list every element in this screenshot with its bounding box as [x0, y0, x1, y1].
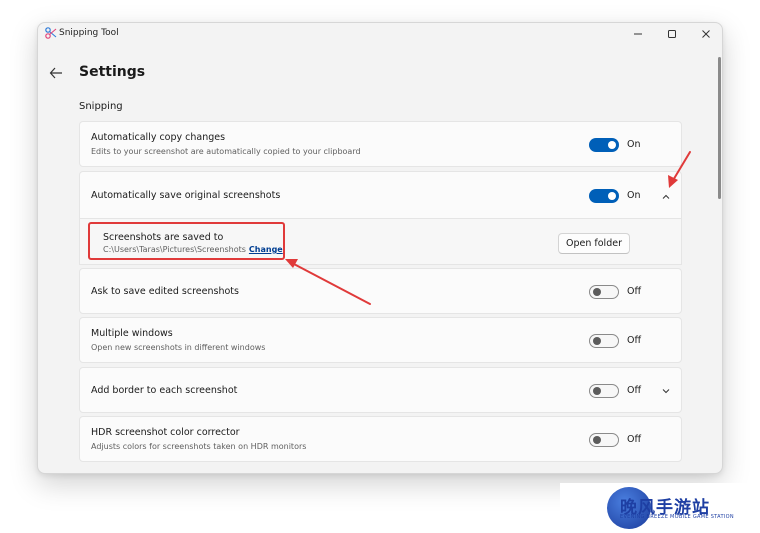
setting-card-auto-copy: Automatically copy changes Edits to your… [79, 121, 682, 167]
back-button[interactable] [46, 63, 66, 83]
toggle-state-label: On [627, 190, 641, 201]
toggle-knob [593, 436, 601, 444]
close-button[interactable] [689, 23, 722, 45]
page-title: Settings [79, 64, 146, 80]
toggle-auto-save[interactable] [589, 189, 619, 203]
screenshot-canvas: Snipping Tool Settings Snipping Automati… [0, 0, 760, 533]
minimize-button[interactable] [621, 23, 655, 45]
toggle-state-label: Off [627, 434, 642, 445]
setting-label: HDR screenshot color corrector [91, 427, 240, 438]
toggle-state-label: Off [627, 385, 642, 396]
setting-label: Automatically copy changes [91, 132, 226, 143]
toggle-state-label: Off [627, 335, 642, 346]
setting-card-auto-save[interactable]: Automatically save original screenshots … [79, 171, 682, 219]
setting-description: Edits to your screenshot are automatical… [91, 147, 361, 156]
toggle-knob [608, 192, 616, 200]
toggle-auto-copy[interactable] [589, 138, 619, 152]
toggle-multiple-windows[interactable] [589, 334, 619, 348]
toggle-state-label: On [627, 139, 641, 150]
vertical-scrollbar[interactable] [718, 57, 721, 199]
app-title: Snipping Tool [59, 28, 119, 38]
toggle-state-label: Off [627, 286, 642, 297]
annotation-highlight-box [88, 222, 285, 260]
toggle-knob [593, 337, 601, 345]
setting-label: Automatically save original screenshots [91, 190, 281, 201]
title-bar: Snipping Tool [38, 23, 722, 45]
setting-label: Add border to each screenshot [91, 385, 238, 396]
chevron-up-icon[interactable] [661, 192, 671, 202]
toggle-add-border[interactable] [589, 384, 619, 398]
maximize-button[interactable] [655, 23, 689, 45]
open-folder-button[interactable]: Open folder [558, 233, 630, 254]
snipping-tool-app-icon [45, 27, 57, 39]
setting-card-ask-save-edited: Ask to save edited screenshots Off [79, 268, 682, 314]
toggle-knob [593, 288, 601, 296]
section-title-snipping: Snipping [79, 101, 123, 112]
chevron-down-icon[interactable] [661, 386, 671, 396]
watermark-logo: 晚风手游站 EVENING BREEZE MOBILE GAME STATION [560, 483, 760, 533]
toggle-knob [608, 141, 616, 149]
toggle-knob [593, 387, 601, 395]
setting-label: Multiple windows [91, 328, 173, 339]
toggle-ask-save-edited[interactable] [589, 285, 619, 299]
toggle-hdr-corrector[interactable] [589, 433, 619, 447]
setting-description: Open new screenshots in different window… [91, 343, 266, 352]
setting-description: Adjusts colors for screenshots taken on … [91, 442, 307, 451]
minimize-icon [634, 33, 642, 35]
setting-label: Ask to save edited screenshots [91, 286, 239, 297]
setting-card-add-border[interactable]: Add border to each screenshot Off [79, 367, 682, 413]
setting-card-hdr-corrector: HDR screenshot color corrector Adjusts c… [79, 416, 682, 462]
maximize-icon [668, 30, 676, 38]
watermark-subtitle: EVENING BREEZE MOBILE GAME STATION [620, 514, 734, 520]
back-arrow-icon [49, 67, 62, 79]
close-icon [702, 30, 710, 38]
setting-card-multiple-windows: Multiple windows Open new screenshots in… [79, 317, 682, 363]
